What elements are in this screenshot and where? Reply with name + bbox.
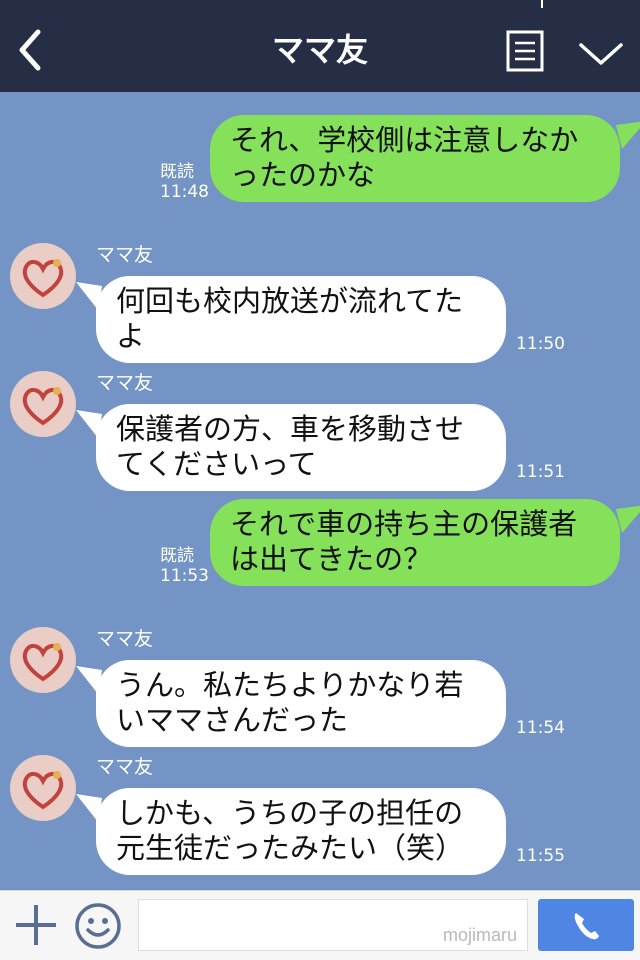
message-bubble-outgoing[interactable]: それ、学校側は注意しなか ったのかな (210, 115, 640, 202)
message-input[interactable]: mojimaru (138, 899, 528, 951)
contact-avatar[interactable] (10, 627, 76, 693)
sender-name: ママ友 (96, 244, 154, 266)
sender-name: ママ友 (96, 372, 154, 394)
chat-area[interactable]: 既読 11:48 それ、学校側は注意しなか ったのかな ママ友 何回も校内放送が… (0, 92, 640, 890)
chat-header: ママ友 (0, 0, 640, 92)
message-text-line: 何回も校内放送が流れてた (116, 284, 464, 318)
call-button[interactable] (538, 899, 634, 951)
contact-avatar[interactable] (10, 371, 76, 437)
contact-avatar[interactable] (10, 243, 76, 309)
message-text-line: 元生徒だったみたい（笑） (116, 831, 465, 865)
message-text-line: は出てきたの？ (230, 542, 433, 576)
message-text-line: それで車の持ち主の保護者 (230, 507, 578, 541)
chevron-left-icon[interactable] (14, 28, 48, 72)
sender-name: ママ友 (96, 628, 154, 650)
chevron-down-icon[interactable] (578, 40, 624, 68)
message-time: 11:51 (516, 462, 565, 482)
plus-icon[interactable] (14, 903, 58, 947)
read-receipt: 既読 11:48 (160, 162, 209, 202)
smiley-icon[interactable] (74, 902, 122, 950)
message-text-line: 保護者の方、車を移動させ (116, 412, 465, 446)
message-bubble-outgoing[interactable]: それで車の持ち主の保護者 は出てきたの？ (210, 499, 640, 586)
message-bubble-incoming[interactable]: 保護者の方、車を移動させ てくださいって (76, 404, 506, 491)
sender-name: ママ友 (96, 756, 154, 778)
bubble-tail (76, 282, 102, 310)
input-bar: mojimaru (0, 890, 640, 960)
message-text-line: それ、学校側は注意しなか (230, 123, 579, 157)
contact-avatar[interactable] (10, 755, 76, 821)
message-time: 11:48 (160, 182, 209, 202)
message-text-line: てくださいって (116, 447, 317, 481)
message-time: 11:53 (160, 566, 209, 586)
heart-avatar-icon (22, 771, 64, 810)
message-time: 11:55 (516, 846, 565, 866)
watermark-text: mojimaru (442, 925, 517, 945)
message-text-line: いママさんだった (116, 703, 349, 737)
message-text-line: うん。私たちよりかなり若 (116, 668, 464, 702)
message-text-line: ったのかな (230, 158, 376, 192)
heart-avatar-icon (22, 259, 64, 298)
message-text-line: しかも、うちの子の担任の (116, 796, 464, 830)
bubble-tail (616, 505, 640, 533)
heart-avatar-icon (22, 643, 64, 682)
message-bubble-incoming[interactable]: うん。私たちよりかなり若 いママさんだった (76, 660, 506, 747)
bubble-tail (616, 121, 640, 149)
message-bubble-incoming[interactable]: 何回も校内放送が流れてた よ (76, 276, 506, 363)
bubble-tail (76, 666, 102, 694)
bubble-tail (76, 794, 102, 822)
heart-avatar-icon (22, 387, 64, 426)
status-notch (541, 0, 543, 8)
chat-title: ママ友 (271, 31, 368, 69)
bubble-tail (76, 410, 102, 438)
message-text-line: よ (116, 319, 146, 353)
message-bubble-incoming[interactable]: しかも、うちの子の担任の 元生徒だったみたい（笑） (76, 788, 506, 875)
message-time: 11:54 (516, 718, 565, 738)
menu-list-icon[interactable] (506, 30, 544, 72)
message-time: 11:50 (516, 334, 565, 354)
read-receipt: 既読 11:53 (160, 546, 209, 586)
phone-icon (574, 913, 599, 940)
